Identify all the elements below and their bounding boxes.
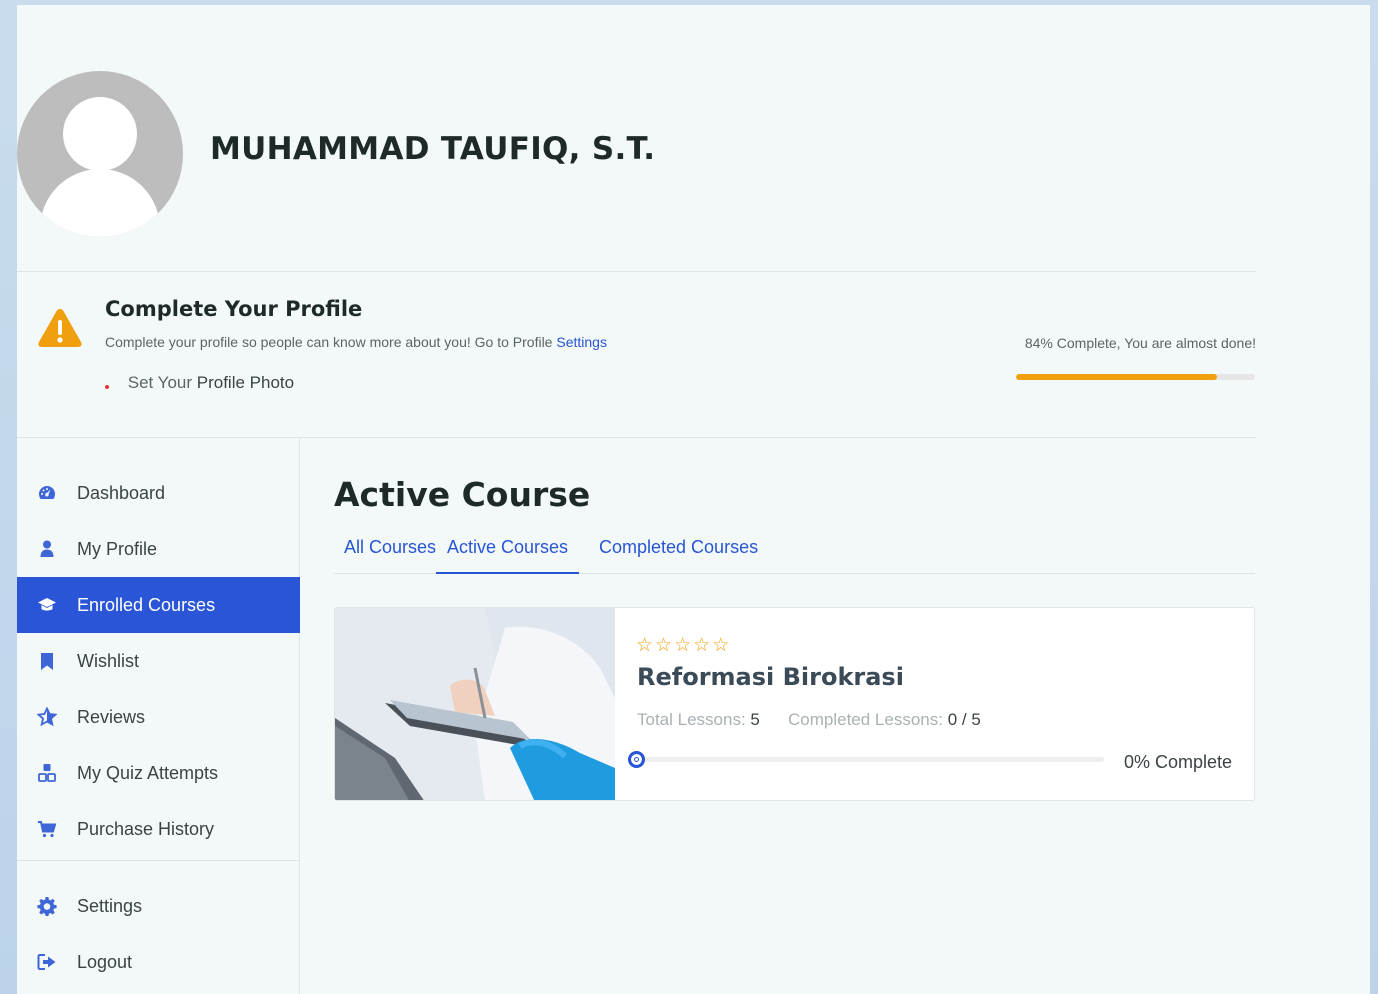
tab-completed-courses[interactable]: Completed Courses: [599, 537, 758, 574]
total-lessons-value: 5: [750, 710, 760, 729]
course-complete-label: 0% Complete: [1123, 752, 1232, 772]
avatar-head: [63, 97, 137, 171]
sidebar-item-label: My Profile: [77, 538, 158, 559]
course-rating: ☆☆☆☆☆: [636, 634, 731, 657]
profile-completion-description: Complete your profile so people can know…: [105, 334, 607, 350]
sidebar-item-label: My Quiz Attempts: [77, 762, 219, 783]
sidebar-item-settings[interactable]: Settings: [17, 878, 300, 934]
sidebar-divider: [17, 860, 300, 861]
sidebar-item-enrolled-courses[interactable]: Enrolled Courses: [17, 577, 300, 633]
bookmark-icon: [17, 651, 77, 671]
warning-icon: [38, 309, 82, 347]
sidebar-item-label: Settings: [77, 895, 143, 916]
completed-lessons: Completed Lessons: 0 / 5: [788, 710, 981, 730]
course-tabs: All Courses Active Courses Completed Cou…: [334, 525, 1255, 574]
sidebar-item-dashboard[interactable]: Dashboard: [17, 465, 300, 521]
sidebar: Dashboard My Profile Enrolled Courses Wi…: [17, 438, 300, 994]
star-rating-icon: ☆: [636, 635, 656, 656]
profile-progress-bar: [1016, 374, 1255, 380]
header-divider: [17, 271, 1256, 272]
profile-progress-fill: [1016, 374, 1217, 380]
profile-task-item[interactable]: Set Your Profile Photo: [105, 373, 294, 393]
sidebar-item-label: Logout: [77, 951, 133, 972]
page-title: Active Course: [334, 475, 591, 514]
star-rating-icon: ☆: [655, 635, 675, 656]
cart-icon: [17, 819, 77, 839]
sidebar-item-reviews[interactable]: Reviews: [17, 689, 300, 745]
sidebar-item-label: Purchase History: [77, 818, 215, 839]
star-rating-icon: ☆: [712, 635, 732, 656]
profile-task-prefix: Set Your: [127, 373, 193, 392]
user-name: MUHAMMAD TAUFIQ, S.T.: [210, 131, 656, 167]
sidebar-item-my-quiz-attempts[interactable]: My Quiz Attempts: [17, 745, 300, 801]
profile-completion-title: Complete Your Profile: [105, 297, 363, 321]
tab-all-courses[interactable]: All Courses: [344, 537, 436, 574]
settings-link[interactable]: Settings: [556, 334, 607, 350]
star-rating-icon: ☆: [674, 635, 694, 656]
gear-icon: [17, 896, 77, 916]
course-title[interactable]: Reformasi Birokrasi: [637, 663, 904, 691]
completed-lessons-value: 0 / 5: [947, 710, 981, 729]
tab-active-courses[interactable]: Active Courses: [436, 537, 580, 574]
sidebar-item-label: Wishlist: [77, 650, 139, 671]
avatar[interactable]: [17, 71, 183, 237]
sidebar-item-wishlist[interactable]: Wishlist: [17, 633, 300, 689]
sidebar-item-label: Dashboard: [77, 482, 166, 503]
total-lessons-label: Total Lessons:: [637, 710, 746, 729]
sidebar-item-logout[interactable]: Logout: [17, 934, 300, 990]
sidebar-item-my-profile[interactable]: My Profile: [17, 521, 300, 577]
course-progress-knob: [628, 751, 645, 768]
user-icon: [17, 539, 77, 559]
dashboard-icon: [17, 483, 77, 503]
sidebar-item-purchase-history[interactable]: Purchase History: [17, 801, 300, 857]
quiz-icon: [17, 763, 77, 783]
star-icon: [17, 707, 77, 727]
profile-completion-text: Complete your profile so people can know…: [105, 334, 553, 350]
graduation-cap-icon: [17, 595, 77, 615]
course-progress-bar: [628, 751, 1104, 768]
dashboard-page: MUHAMMAD TAUFIQ, S.T. Complete Your Prof…: [17, 5, 1370, 994]
course-card[interactable]: ☆☆☆☆☆ Reformasi Birokrasi Total Lessons:…: [334, 607, 1255, 801]
course-thumbnail[interactable]: [335, 608, 615, 800]
profile-completion-percent: 84% Complete, You are almost done!: [1024, 335, 1256, 351]
logout-icon: [17, 952, 77, 972]
completed-lessons-label: Completed Lessons:: [788, 710, 943, 729]
total-lessons: Total Lessons: 5: [637, 710, 760, 730]
sidebar-item-label: Enrolled Courses: [77, 594, 216, 615]
avatar-body: [40, 169, 160, 237]
profile-task-label: Profile Photo: [196, 373, 295, 392]
sidebar-item-label: Reviews: [77, 706, 146, 727]
star-rating-icon: ☆: [693, 635, 713, 656]
bullet-icon: [105, 384, 109, 389]
